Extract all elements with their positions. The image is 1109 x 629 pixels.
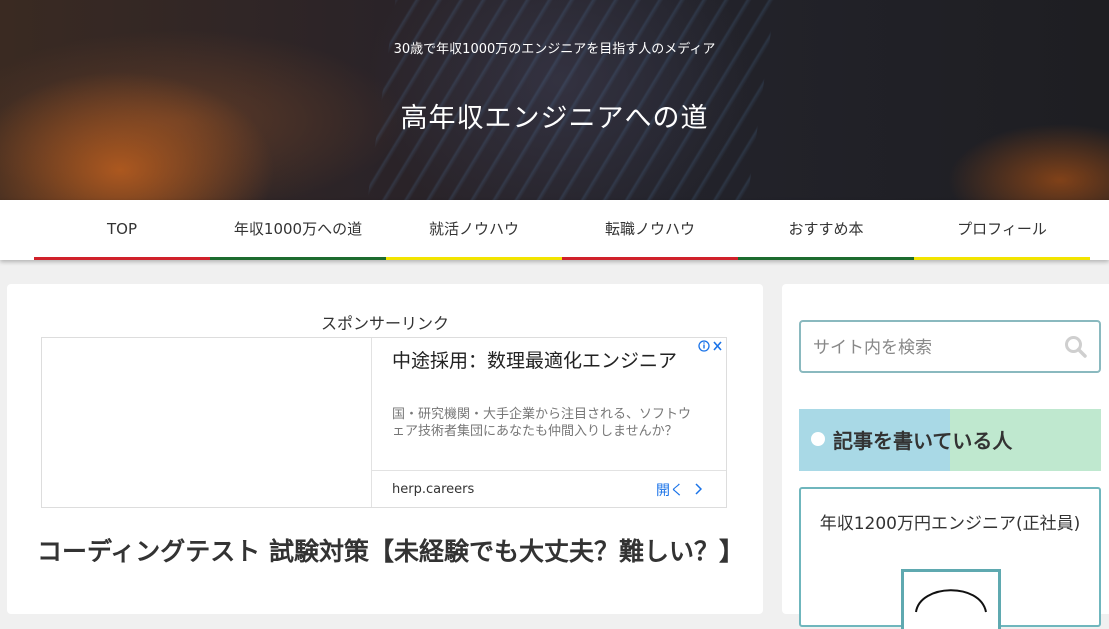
nav-item-career-change[interactable]: 転職ノウハウ bbox=[562, 200, 738, 260]
ad-headline[interactable]: 中途採用：数理最適化エンジニア bbox=[392, 348, 692, 375]
sponsor-label: スポンサーリンク bbox=[320, 314, 449, 333]
sidebar: 記事を書いている人 年収1200万円エンジニア(正社員) bbox=[782, 284, 1109, 629]
chevron-right-icon bbox=[694, 483, 703, 499]
ad-open-button[interactable]: 開く bbox=[656, 480, 703, 500]
nav-item-top[interactable]: TOP bbox=[34, 200, 210, 260]
main-content: スポンサーリンク 中途採用：数理最適化エンジニア 国・研究機関・大手企業から注目… bbox=[7, 284, 763, 614]
author-widget-heading-text: 記事を書いている人 bbox=[833, 429, 1013, 453]
adchoices-icon[interactable] bbox=[698, 339, 724, 356]
search-input[interactable] bbox=[801, 322, 1075, 373]
avatar bbox=[901, 569, 1001, 629]
site-header: 30歳で年収1000万のエンジニアを目指す人のメディア 高年収エンジニアへの道 bbox=[0, 0, 1109, 200]
bullet-dot-icon bbox=[811, 432, 825, 446]
ad-unit[interactable]: 中途採用：数理最適化エンジニア 国・研究機関・大手企業から注目される、ソフトウェ… bbox=[41, 337, 727, 508]
global-nav: TOP 年収1000万への道 就活ノウハウ 転職ノウハウ おすすめ本 プロフィー… bbox=[0, 200, 1109, 260]
ad-open-label: 開く bbox=[656, 483, 684, 499]
ad-description: 国・研究機関・大手企業から注目される、ソフトウェア技術者集団にあなたも仲間入りし… bbox=[392, 407, 692, 439]
author-widget-heading: 記事を書いている人 bbox=[799, 409, 1101, 471]
profile-name: 年収1200万円エンジニア(正社員) bbox=[819, 514, 1081, 534]
site-tagline: 30歳で年収1000万のエンジニアを目指す人のメディア bbox=[393, 42, 716, 57]
ad-divider bbox=[372, 470, 726, 471]
nav-item-recommended-books[interactable]: おすすめ本 bbox=[738, 200, 914, 260]
ad-image[interactable] bbox=[42, 338, 372, 507]
search-icon[interactable] bbox=[1063, 334, 1089, 360]
nav-item-job-hunting[interactable]: 就活ノウハウ bbox=[386, 200, 562, 260]
site-title[interactable]: 高年収エンジニアへの道 bbox=[0, 96, 1109, 135]
post-title: コーディングテスト 試験対策【未経験でも大丈夫？難しい？】 bbox=[37, 537, 744, 566]
profile-card: 年収1200万円エンジニア(正社員) bbox=[799, 487, 1101, 629]
nav-item-income-road[interactable]: 年収1000万への道 bbox=[210, 200, 386, 260]
search-box bbox=[799, 320, 1101, 373]
nav-item-profile[interactable]: プロフィール bbox=[914, 200, 1090, 260]
ad-domain[interactable]: herp.careers bbox=[392, 482, 474, 497]
